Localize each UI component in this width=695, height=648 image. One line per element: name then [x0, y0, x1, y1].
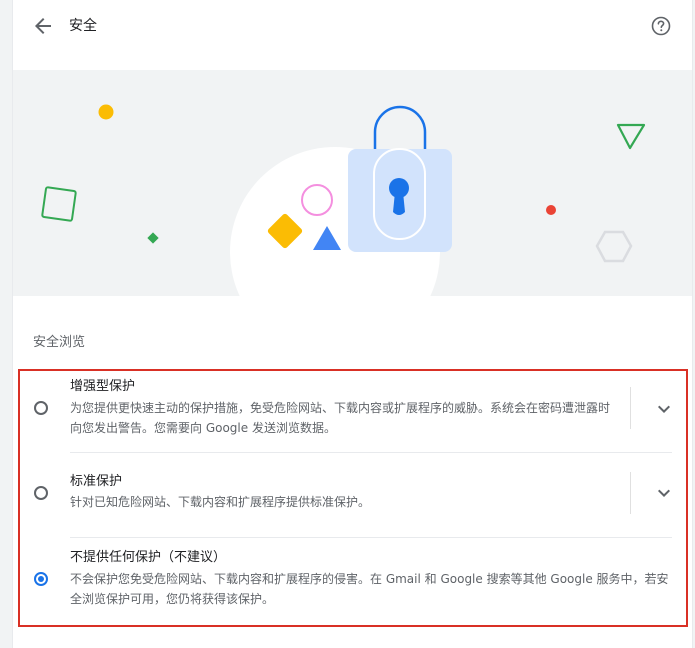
- expand-button[interactable]: [652, 397, 676, 421]
- settings-card: 安全 安全浏览 增强型保护 为您提供更快速主动的保护措施，免受危险网站、下载内容…: [12, 0, 693, 648]
- standard-protection-radio[interactable]: [34, 486, 48, 500]
- green-square-outline: [41, 186, 77, 222]
- divider: [630, 472, 631, 514]
- green-triangle-outline: [616, 123, 646, 150]
- option-title: 标准保护: [70, 474, 123, 489]
- page-title: 安全: [69, 18, 97, 34]
- back-button[interactable]: [31, 14, 55, 38]
- expand-button[interactable]: [652, 481, 676, 505]
- hexagon-outline: [595, 230, 633, 263]
- option-no-protection[interactable]: 不提供任何保护（不建议） 不会保护您免受危险网站、下载内容和扩展程序的侵害。在 …: [20, 538, 686, 625]
- option-title: 增强型保护: [70, 379, 136, 394]
- arrow-back-icon: [35, 18, 51, 34]
- option-description: 不会保护您免受危险网站、下载内容和扩展程序的侵害。在 Gmail 和 Googl…: [70, 572, 669, 606]
- help-button[interactable]: [650, 15, 672, 37]
- help-circle-icon: [651, 16, 671, 36]
- chevron-down-icon: [658, 405, 670, 413]
- safety-illustration: [13, 70, 692, 296]
- enhanced-protection-radio[interactable]: [34, 401, 48, 415]
- page-header: 安全: [13, 0, 692, 52]
- divider: [630, 387, 631, 429]
- chevron-down-icon: [658, 489, 670, 497]
- green-diamond: [147, 232, 159, 244]
- option-description: 为您提供更快速主动的保护措施，免受危险网站、下载内容或扩展程序的威胁。系统会在密…: [70, 401, 611, 435]
- safe-browsing-section-label: 安全浏览: [33, 335, 86, 350]
- option-enhanced-protection[interactable]: 增强型保护 为您提供更快速主动的保护措施，免受危险网站、下载内容或扩展程序的威胁…: [20, 371, 686, 452]
- option-standard-protection[interactable]: 标准保护 针对已知危险网站、下载内容和扩展程序提供标准保护。: [20, 453, 686, 538]
- red-dot: [546, 205, 556, 215]
- padlock-icon: [348, 105, 452, 252]
- protection-options-group: 增强型保护 为您提供更快速主动的保护措施，免受危险网站、下载内容或扩展程序的威胁…: [18, 369, 688, 627]
- no-protection-radio[interactable]: [34, 572, 48, 586]
- yellow-dot: [98, 104, 114, 120]
- option-description: 针对已知危险网站、下载内容和扩展程序提供标准保护。: [70, 495, 371, 509]
- option-title: 不提供任何保护（不建议）: [70, 550, 227, 565]
